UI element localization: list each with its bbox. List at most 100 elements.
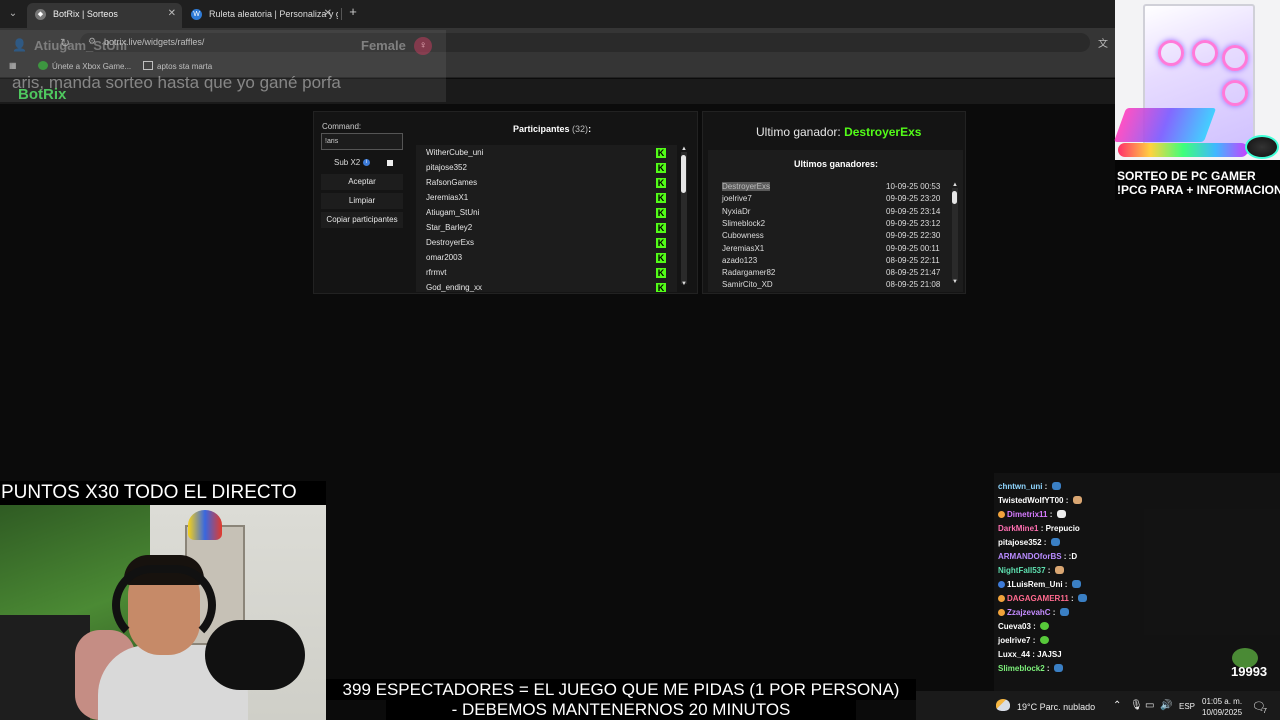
scroll-up-icon[interactable]: ▲ (952, 182, 958, 188)
winner-name: Slimeblock2 (722, 218, 766, 228)
clock-date: 10/09/2025 (1202, 708, 1243, 717)
command-label: Command: (322, 122, 362, 131)
chat-username[interactable]: DarkMine1 (998, 524, 1038, 533)
new-tab-icon[interactable]: + (346, 4, 360, 19)
volume-icon[interactable]: 🔊 (1160, 700, 1172, 711)
chat-username[interactable]: Luxx_44 (998, 650, 1030, 659)
chat-username[interactable]: chntwn_uni (998, 482, 1042, 491)
participant-name: DestroyerExs (426, 238, 475, 247)
participants-title-text: Participantes (513, 124, 570, 134)
participant-name: omar2003 (426, 253, 463, 262)
kick-icon: K (656, 223, 666, 233)
chat-separator: : (1030, 622, 1039, 631)
winners-title: Ultimos ganadores: (794, 159, 879, 169)
botrix-logo: BotRix (18, 86, 67, 103)
clear-button[interactable]: Limpiar (321, 193, 403, 209)
clock[interactable]: 01:05 a. m. 10/09/2025 (1202, 696, 1242, 718)
chat-username[interactable]: pitajose352 (998, 538, 1042, 547)
network-icon[interactable]: ▭ (1145, 700, 1154, 711)
copy-participants-button[interactable]: Copiar participantes (321, 212, 403, 228)
participant-name: Star_Barley2 (426, 223, 473, 232)
chat-username[interactable]: 1LuisRem_Uni (1007, 580, 1063, 589)
chat-username[interactable]: NightFall537 (998, 566, 1046, 575)
close-icon[interactable]: ✕ (168, 3, 176, 25)
browser-tab-bar: ⌄ ◆ BotRix | Sorteos ✕ W Ruleta aleatori… (0, 0, 1115, 28)
chat-username[interactable]: joelrive7 (998, 636, 1030, 645)
overlay-username: Atiugam_StUni (34, 38, 128, 53)
chat-separator: : (1068, 594, 1076, 603)
language-indicator[interactable]: ESP (1179, 702, 1195, 711)
ad-line-2: !PCG PARA + INFORMACION (1117, 183, 1280, 197)
webcam-feed (0, 505, 326, 720)
participant-name: Atiugam_StUni (426, 208, 480, 217)
chat-username[interactable]: Cueva03 (998, 622, 1031, 631)
accept-button[interactable]: Aceptar (321, 174, 403, 190)
chat-username[interactable]: ZzajzevahC (1007, 608, 1051, 617)
close-icon[interactable]: ✕ (324, 3, 332, 25)
winner-date: 08-09-25 21:47 (886, 268, 941, 278)
emote-icon (1051, 482, 1061, 490)
chat-username[interactable]: ARMANDOforBS (998, 552, 1062, 561)
chat-line: Cueva03 : (998, 622, 1050, 631)
badge-icon (998, 581, 1005, 588)
caption-line-1: 399 ESPECTADORES = EL JUEGO QUE ME PIDAS… (326, 679, 916, 700)
kick-icon: K (656, 163, 666, 173)
participants-list[interactable]: WitherCube_uni Kpitajose352 K RafsonGames K J… (416, 145, 677, 292)
chat-separator: : (1041, 538, 1049, 547)
fan-image (1158, 40, 1184, 66)
chat-username[interactable]: Slimeblock2 (998, 664, 1045, 673)
participants-count: (32) (572, 124, 589, 134)
weather-icon[interactable] (996, 699, 1010, 711)
chat-line: ZzajzevahC : (998, 608, 1069, 617)
chat-username[interactable]: DAGAGAMER11 (1007, 594, 1069, 603)
jester-hat (188, 510, 222, 540)
winner-name: Cubowness (722, 231, 764, 241)
chat-line: 1LuisRem_Uni : (998, 580, 1081, 589)
headset-icon (112, 565, 216, 645)
scroll-up-icon[interactable]: ▲ (681, 146, 687, 152)
tab-search-icon[interactable]: ⌄ (5, 6, 21, 22)
command-input[interactable] (321, 133, 403, 150)
tab-botrix[interactable]: ◆ BotRix | Sorteos ✕ (27, 3, 182, 28)
chat-line: pitajose352 : (998, 538, 1060, 547)
participant-name: pitajose352 (426, 163, 467, 172)
tab-title: BotRix | Sorteos (53, 9, 118, 19)
winner-date: 09-09-25 00:11 (886, 243, 940, 253)
chat-username[interactable]: Dimetrix11 (1007, 510, 1047, 519)
winners-scroll-thumb[interactable] (952, 191, 957, 204)
chat-separator: : (1045, 566, 1053, 575)
emote-icon (1050, 538, 1060, 546)
scroll-down-icon[interactable]: ▼ (681, 281, 687, 287)
subx2-checkbox[interactable] (387, 160, 393, 166)
points-banner: PUNTOS X30 TODO EL DIRECTO (0, 481, 326, 505)
tab-ruleta[interactable]: W Ruleta aleatoria | Personaliza y gira … (183, 3, 338, 28)
participant-name: God_ending_xx (426, 283, 483, 292)
kick-icon: K (656, 253, 666, 263)
chat-line: NightFall537 : (998, 566, 1064, 575)
microphone-icon[interactable]: 🎙 (1130, 700, 1143, 711)
badge-icon (998, 511, 1005, 518)
chevron-up-icon[interactable]: ⌃ (1113, 700, 1121, 711)
fan-image (1222, 80, 1248, 106)
emote-icon (1077, 594, 1087, 602)
info-icon[interactable]: i (363, 159, 370, 166)
chat-separator: : (1062, 580, 1070, 589)
chat-separator: : (1030, 636, 1038, 645)
notification-count: 7 (1263, 708, 1267, 715)
winner-date: 09-09-25 23:20 (886, 194, 941, 204)
weather-text[interactable]: 19°C Parc. nublado (1017, 702, 1095, 712)
chat-separator: : (1050, 608, 1058, 617)
chat-separator: : (1044, 664, 1052, 673)
mouse-image (1245, 135, 1279, 159)
participants-scroll-thumb[interactable] (681, 155, 686, 193)
emote-icon (1053, 664, 1063, 672)
translate-icon[interactable]: 文 (1098, 35, 1108, 50)
keyboard-image (1113, 108, 1217, 142)
chat-username[interactable]: TwistedWolfYT00 (998, 496, 1064, 505)
winner-date: 10-09-25 00:53 (886, 182, 941, 191)
chat-separator: : (1042, 482, 1050, 491)
chat-message: Prepucio (1045, 524, 1080, 533)
last-winner-name: DestroyerExs (844, 125, 922, 139)
scroll-down-icon[interactable]: ▼ (952, 279, 958, 285)
pepe-counter: 19993 (1231, 664, 1268, 679)
